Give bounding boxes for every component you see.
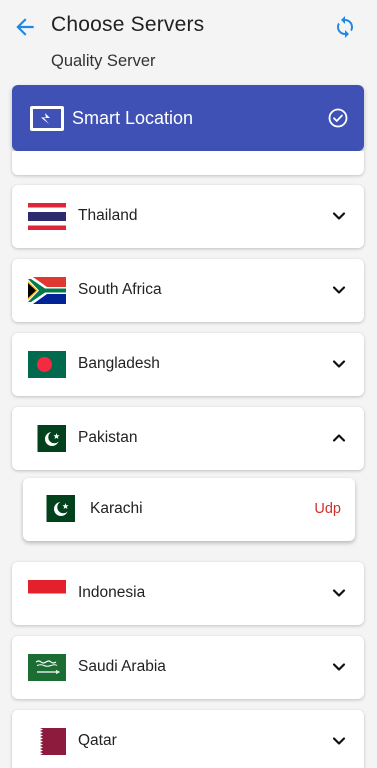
chevron-down-icon[interactable] — [330, 355, 348, 373]
country-name: Indonesia — [78, 584, 146, 601]
country-item-pakistan[interactable]: Pakistan — [12, 407, 364, 470]
chevron-down-icon[interactable] — [330, 207, 348, 225]
country-item-bangladesh[interactable]: Bangladesh — [12, 333, 364, 396]
smart-location-icon — [30, 106, 64, 131]
server-protocol-badge: Udp — [314, 501, 341, 517]
refresh-icon — [337, 16, 353, 38]
arrow-left-icon — [16, 18, 34, 36]
country-name: Saudi Arabia — [78, 658, 166, 675]
country-name: South Africa — [78, 281, 162, 298]
country-name: Bangladesh — [78, 355, 160, 372]
chevron-down-icon[interactable] — [330, 281, 348, 299]
bangladesh-flag-icon — [28, 351, 66, 378]
country-name: Thailand — [78, 207, 138, 224]
chevron-down-icon[interactable] — [330, 658, 348, 676]
country-name: Pakistan — [78, 429, 138, 446]
page-title: Choose Servers — [51, 13, 205, 36]
page-subtitle: Quality Server — [51, 52, 156, 70]
saudi-arabia-flag-icon — [28, 654, 66, 681]
server-item-karachi[interactable]: Karachi Udp — [23, 478, 355, 541]
thailand-flag-icon — [28, 203, 66, 230]
country-name: Qatar — [78, 732, 117, 749]
app-header: Choose Servers Quality Server — [0, 0, 377, 80]
smart-location-option[interactable]: Smart Location — [12, 85, 364, 151]
country-item-indonesia[interactable]: Indonesia — [12, 562, 364, 625]
qatar-flag-icon — [28, 728, 66, 755]
server-city: Karachi — [90, 500, 143, 517]
back-button[interactable] — [12, 14, 38, 40]
south-africa-flag-icon — [28, 277, 66, 304]
check-circle-icon — [328, 108, 348, 128]
indonesia-flag-icon — [28, 580, 66, 607]
pakistan-flag-icon — [28, 425, 66, 452]
refresh-button[interactable] — [333, 15, 357, 39]
list-item-partial — [12, 151, 364, 175]
chevron-down-icon[interactable] — [330, 732, 348, 750]
pakistan-flag-icon — [37, 495, 75, 522]
chevron-up-icon[interactable] — [330, 429, 348, 447]
smart-location-label: Smart Location — [72, 108, 194, 128]
country-item-qatar[interactable]: Qatar — [12, 710, 364, 768]
country-item-south-africa[interactable]: South Africa — [12, 259, 364, 322]
country-item-thailand[interactable]: Thailand — [12, 185, 364, 248]
chevron-down-icon[interactable] — [330, 584, 348, 602]
country-item-saudi-arabia[interactable]: Saudi Arabia — [12, 636, 364, 699]
